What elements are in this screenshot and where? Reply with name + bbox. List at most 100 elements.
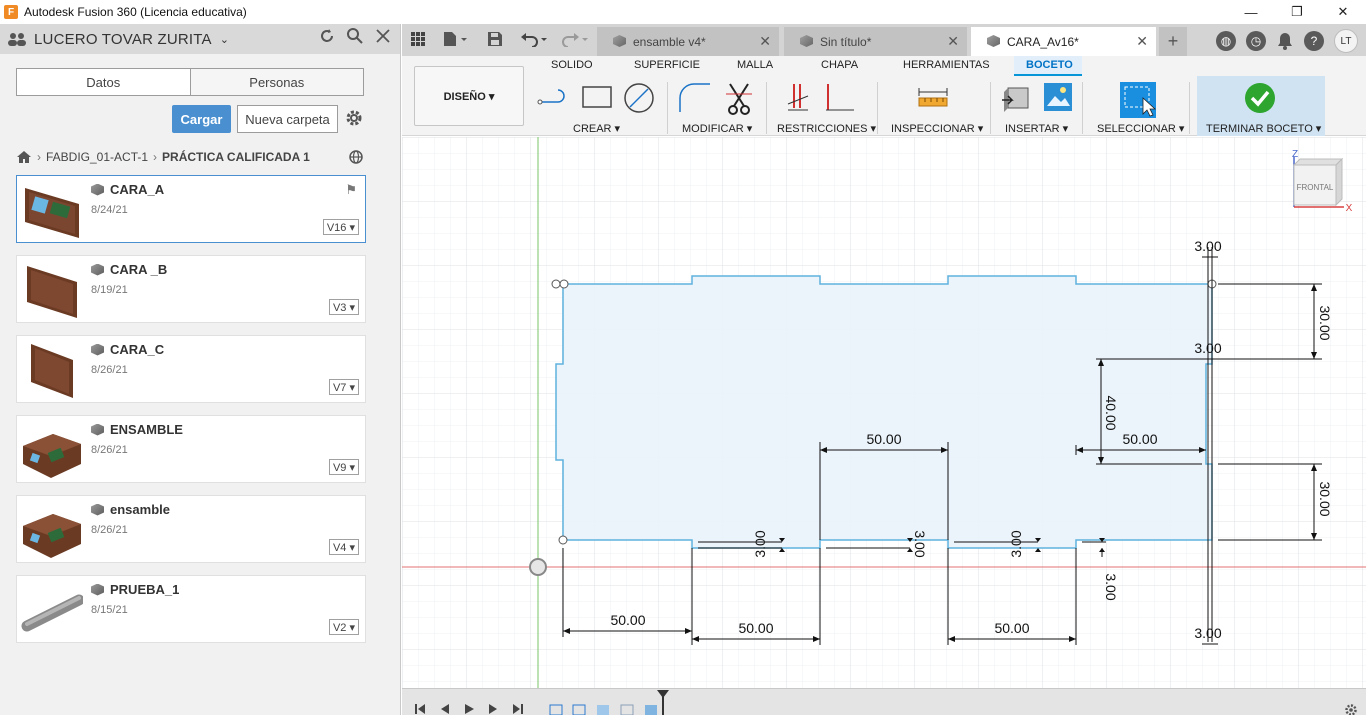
timeline-end-icon[interactable] xyxy=(512,703,524,715)
grid-menu-icon[interactable] xyxy=(410,31,426,47)
dimension-right-lower-height[interactable]: 30.00 xyxy=(1317,481,1333,516)
dimension-bottom-right-offset[interactable]: 3.00 xyxy=(1194,625,1221,641)
refresh-icon[interactable] xyxy=(318,27,336,45)
workspace-switcher[interactable]: DISEÑO ▾ xyxy=(414,66,524,126)
redo-icon[interactable] xyxy=(560,31,590,47)
globe-icon[interactable] xyxy=(348,149,364,165)
file-card-cara-b[interactable]: CARA _B 8/19/21 V3 ▾ xyxy=(16,255,366,323)
constraints-menu[interactable]: RESTRICCIONES ▾ xyxy=(777,122,876,135)
dimension-right-upper-height[interactable]: 30.00 xyxy=(1317,305,1333,340)
help-icon[interactable]: ? xyxy=(1304,31,1324,51)
chevron-down-icon[interactable]: ⌄ xyxy=(220,33,229,46)
perpendicular-constraint-icon[interactable] xyxy=(822,82,856,114)
new-tab-button[interactable]: + xyxy=(1159,27,1187,56)
circle-tool-icon[interactable] xyxy=(622,82,656,114)
tab-malla[interactable]: MALLA xyxy=(737,59,773,71)
dimension-notch-2[interactable]: 3.00 xyxy=(912,530,928,557)
measure-icon[interactable] xyxy=(917,82,949,112)
tab-solido[interactable]: SOLIDO xyxy=(551,59,593,71)
gear-icon[interactable] xyxy=(344,108,364,128)
home-icon[interactable] xyxy=(16,150,32,164)
tab-personas[interactable]: Personas xyxy=(189,69,363,95)
avatar[interactable]: LT xyxy=(1334,29,1358,53)
notifications-icon[interactable] xyxy=(1276,31,1294,51)
timeline-sketch-feature-icon[interactable] xyxy=(571,703,587,715)
timeline-marker-icon[interactable] xyxy=(657,690,669,715)
timeline-sketch-feature-icon[interactable] xyxy=(619,703,635,715)
tab-chapa[interactable]: CHAPA xyxy=(821,59,858,71)
version-dropdown[interactable]: V2 ▾ xyxy=(328,619,359,635)
dimension-notch-3[interactable]: 3.00 xyxy=(1008,530,1024,557)
version-dropdown[interactable]: V9 ▾ xyxy=(328,459,359,475)
dimension-notch-4[interactable]: 3.00 xyxy=(1103,573,1119,600)
timeline-settings-gear-icon[interactable] xyxy=(1344,703,1358,715)
timeline-back-icon[interactable] xyxy=(439,703,451,715)
tab-boceto[interactable]: BOCETO xyxy=(1026,59,1073,71)
upload-button[interactable]: Cargar xyxy=(172,105,231,133)
search-icon[interactable] xyxy=(346,27,364,45)
close-panel-icon[interactable] xyxy=(374,27,392,45)
dimension-top-offset[interactable]: 3.00 xyxy=(1194,238,1221,254)
file-card-cara-c[interactable]: CARA_C 8/26/21 V7 ▾ xyxy=(16,335,366,403)
sketch-point[interactable] xyxy=(558,535,568,545)
undo-icon[interactable] xyxy=(520,31,550,47)
origin-point-icon[interactable] xyxy=(529,558,547,576)
team-hub-icon[interactable] xyxy=(8,32,26,46)
inspect-menu[interactable]: INSPECCIONAR ▾ xyxy=(891,122,983,135)
tab-datos[interactable]: Datos xyxy=(17,69,190,95)
timeline-play-icon[interactable] xyxy=(463,703,475,715)
insert-menu[interactable]: INSERTAR ▾ xyxy=(1005,122,1068,135)
tab-superficie[interactable]: SUPERFICIE xyxy=(634,59,700,71)
line-tool-icon[interactable] xyxy=(536,82,572,112)
modify-menu[interactable]: MODIFICAR ▾ xyxy=(682,122,752,135)
dimension-right-notch[interactable]: 3.00 xyxy=(1194,340,1221,356)
sketch-point[interactable] xyxy=(559,279,569,289)
sketch-drawing[interactable]: 3.00 3.00 3.00 30.00 30.00 40.00 50.00 5… xyxy=(402,137,1366,688)
select-icon[interactable] xyxy=(1119,82,1157,120)
version-dropdown[interactable]: V3 ▾ xyxy=(328,299,359,315)
version-dropdown[interactable]: V4 ▾ xyxy=(328,539,359,555)
save-icon[interactable] xyxy=(487,31,503,47)
user-name[interactable]: LUCERO TOVAR ZURITA xyxy=(34,31,212,48)
file-card-ensamble-upper[interactable]: ENSAMBLE 8/26/21 V9 ▾ xyxy=(16,415,366,483)
sketch-point[interactable] xyxy=(551,279,561,289)
timeline-extrude-feature-icon[interactable] xyxy=(595,703,611,715)
file-card-ensamble-lower[interactable]: ensamble 8/26/21 V4 ▾ xyxy=(16,495,366,563)
select-menu[interactable]: SELECCIONAR ▾ xyxy=(1097,122,1184,135)
insert-derive-icon[interactable] xyxy=(1000,82,1032,114)
dimension-middle-width[interactable]: 50.00 xyxy=(866,431,901,447)
fillet-tool-icon[interactable] xyxy=(676,82,712,114)
timeline-forward-icon[interactable] xyxy=(487,703,499,715)
close-tab-icon[interactable]: ✕ xyxy=(1136,33,1148,50)
milestone-flag-icon[interactable]: ⚑ xyxy=(345,182,357,198)
timeline-sketch-feature-icon[interactable] xyxy=(548,703,564,715)
trim-scissors-icon[interactable] xyxy=(726,82,752,116)
tab-sin-titulo[interactable]: Sin título* ✕ xyxy=(784,27,967,56)
timeline-start-icon[interactable] xyxy=(414,703,426,715)
dimension-slot-height[interactable]: 40.00 xyxy=(1103,395,1119,430)
tab-cara-a-v16[interactable]: CARA_Av16* ✕ xyxy=(971,27,1156,56)
tab-ensamble-v4[interactable]: ensamble v4* ✕ xyxy=(597,27,779,56)
file-card-prueba-1[interactable]: PRUEBA_1 8/15/21 V2 ▾ xyxy=(16,575,366,643)
finish-sketch-check-icon[interactable] xyxy=(1244,82,1276,114)
breadcrumb-project[interactable]: FABDIG_01-ACT-1 xyxy=(46,150,148,164)
dimension-bottom-width-3[interactable]: 50.00 xyxy=(994,620,1029,636)
close-tab-icon[interactable]: ✕ xyxy=(759,33,771,50)
file-menu-icon[interactable] xyxy=(442,31,468,47)
close-button[interactable]: ✕ xyxy=(1320,0,1366,24)
dimension-bottom-width-1[interactable]: 50.00 xyxy=(610,612,645,628)
new-folder-button[interactable]: Nueva carpeta xyxy=(237,105,338,133)
sketch-canvas[interactable]: 3.00 3.00 3.00 30.00 30.00 40.00 50.00 5… xyxy=(402,137,1366,688)
version-dropdown[interactable]: V16 ▾ xyxy=(322,219,359,235)
rectangle-tool-icon[interactable] xyxy=(580,82,614,112)
dimension-notch-1[interactable]: 3.00 xyxy=(752,530,768,557)
file-card-cara-a[interactable]: CARA_A 8/24/21 ⚑ V16 ▾ xyxy=(16,175,366,243)
create-menu[interactable]: CREAR ▾ xyxy=(573,122,620,135)
insert-image-icon[interactable] xyxy=(1043,82,1073,112)
dimension-bottom-width-2[interactable]: 50.00 xyxy=(738,620,773,636)
close-tab-icon[interactable]: ✕ xyxy=(947,33,959,50)
coincident-constraint-icon[interactable] xyxy=(786,82,812,114)
version-dropdown[interactable]: V7 ▾ xyxy=(328,379,359,395)
tab-herramientas[interactable]: HERRAMIENTAS xyxy=(903,59,990,71)
minimize-button[interactable]: — xyxy=(1228,0,1274,24)
